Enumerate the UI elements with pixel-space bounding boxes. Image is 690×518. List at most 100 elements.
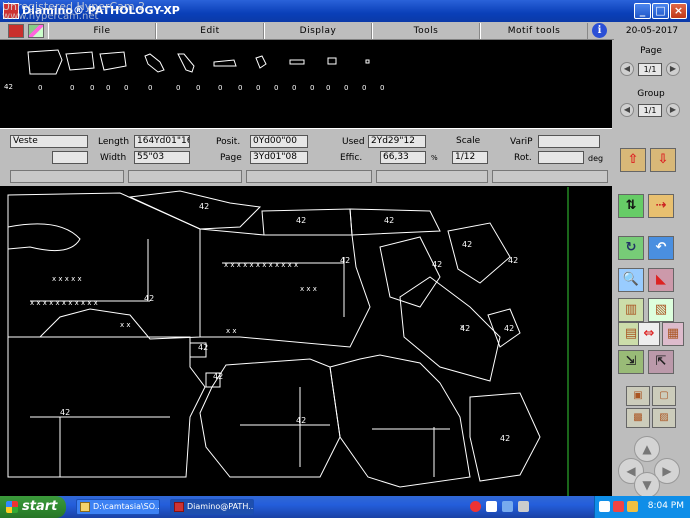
thumb-piece[interactable] [365, 59, 370, 64]
menu-display[interactable]: Display [264, 23, 372, 39]
title-bar[interactable]: Diamino® PATHOLOGY-XP Unregistered Hyper… [0, 0, 690, 22]
nav-down-button[interactable]: ▼ [634, 472, 660, 498]
qty-label: 0 [148, 84, 153, 92]
group-field[interactable]: 1/1 [638, 104, 662, 117]
zoom-icon[interactable]: 🔍 [618, 268, 644, 292]
pattern-piece[interactable] [7, 192, 201, 340]
thumb-piece[interactable] [177, 53, 195, 73]
page-length-label: Page [220, 153, 242, 163]
swap-tool[interactable]: ⇔ [638, 322, 660, 346]
size-label: 42 [384, 216, 394, 225]
help-icon[interactable]: i [592, 23, 607, 38]
pattern-piece[interactable] [7, 336, 206, 478]
rotate-tool[interactable]: ↻ [618, 236, 644, 260]
width-field[interactable]: 55"03 [134, 151, 190, 164]
rot-field[interactable] [538, 151, 584, 164]
varip-field[interactable] [538, 135, 600, 148]
overlap-tool[interactable]: ▧ [648, 298, 674, 322]
fold-tool[interactable]: ▦ [662, 322, 684, 346]
split-tool[interactable]: ▥ [618, 298, 644, 322]
thumb-piece[interactable] [65, 51, 95, 71]
exit-icon[interactable] [8, 24, 24, 38]
marker-canvas[interactable]: x x x x x x x x x x x x x x x x x x x x … [0, 187, 612, 496]
align-tool[interactable]: ⇅ [618, 194, 644, 218]
piece-strip[interactable]: 42 0 0 0 0 0 0 0 0 0 0 0 0 0 0 0 0 0 0 [0, 40, 612, 128]
posit-field[interactable]: 0Yd00"00 [250, 135, 308, 148]
page-next-arrow[interactable]: ▶ [666, 62, 680, 76]
tray-icon[interactable] [599, 501, 610, 512]
walk-tool[interactable]: ⇱ [648, 350, 674, 374]
tray-icon[interactable] [613, 501, 624, 512]
svg-text:x x x x x x x x x x x x: x x x x x x x x x x x x [224, 261, 298, 269]
strip-count: 42 [4, 83, 13, 91]
thumb-piece[interactable] [255, 55, 267, 69]
taskbar-item-active[interactable]: Diamino@PATH... [170, 499, 254, 515]
slide-tool[interactable]: ⇢ [648, 194, 674, 218]
group-next-arrow[interactable]: ▶ [666, 103, 680, 117]
page-length-field[interactable]: 3Yd01"08 [250, 151, 308, 164]
tray-icon[interactable] [502, 501, 513, 512]
tray-icon[interactable] [627, 501, 638, 512]
piece-mark-tool[interactable]: ▩ [626, 408, 650, 428]
model-sub-field[interactable] [52, 151, 88, 164]
pattern-piece[interactable] [399, 276, 501, 382]
menu-tools[interactable]: Tools [372, 23, 480, 39]
thumb-piece[interactable] [289, 59, 305, 65]
start-button[interactable]: start [0, 496, 66, 518]
size-label: 42 [508, 256, 518, 265]
used-field[interactable]: 2Yd29"12 [368, 135, 426, 148]
pattern-piece[interactable] [447, 222, 511, 284]
size-label: 42 [144, 294, 154, 303]
pattern-piece[interactable] [329, 354, 471, 488]
windows-logo-icon [6, 501, 18, 513]
qty-label: 0 [292, 84, 297, 92]
status-segment [376, 170, 488, 183]
svg-text:x x x x x: x x x x x [52, 275, 82, 283]
piece-remove-tool[interactable]: ▢ [652, 386, 676, 406]
piece-info-tool[interactable]: ◣ [648, 268, 674, 292]
page-field[interactable]: 1/1 [638, 63, 662, 76]
watermark-url: www.hypercam.net [2, 11, 99, 22]
record-icon[interactable] [470, 501, 481, 512]
maximize-button[interactable]: □ [652, 3, 669, 19]
marker-drawing[interactable]: x x x x x x x x x x x x x x x x x x x x … [0, 187, 612, 496]
piece-copy-tool[interactable]: ▨ [652, 408, 676, 428]
menu-file[interactable]: File [48, 23, 156, 39]
move-down-tool[interactable]: ⇩ [650, 148, 676, 172]
menu-edit[interactable]: Edit [156, 23, 264, 39]
move-up-tool[interactable]: ⇧ [620, 148, 646, 172]
spread-tool[interactable]: ⇲ [618, 350, 644, 374]
thumb-piece[interactable] [27, 49, 63, 75]
page-prev-arrow[interactable]: ◀ [620, 62, 634, 76]
pattern-piece[interactable] [128, 190, 262, 230]
flip-tool[interactable]: ↶ [648, 236, 674, 260]
piece-add-tool[interactable]: ▣ [626, 386, 650, 406]
taskbar-item[interactable]: D:\camtasia\SO... [76, 499, 160, 515]
model-field[interactable]: Veste [10, 135, 88, 148]
thumb-piece[interactable] [213, 59, 237, 67]
size-label: 42 [500, 434, 510, 443]
nav-up-button[interactable]: ▲ [634, 436, 660, 462]
thumb-piece[interactable] [144, 53, 165, 73]
piece-icon[interactable] [28, 24, 44, 38]
size-label: 42 [199, 202, 209, 211]
scale-field[interactable]: 1/12 [452, 151, 488, 164]
close-button[interactable]: × [670, 3, 687, 19]
effic-field[interactable]: 66,33 [380, 151, 426, 164]
thumb-piece[interactable] [99, 51, 127, 71]
system-tray: 8:04 PM [594, 496, 690, 518]
menu-motif-tools[interactable]: Motif tools [480, 23, 588, 39]
pattern-piece[interactable] [261, 208, 353, 236]
tray-icon[interactable] [486, 501, 497, 512]
pattern-piece[interactable] [349, 208, 441, 236]
minimize-button[interactable]: _ [634, 3, 651, 19]
size-label: 42 [460, 324, 470, 333]
group-prev-arrow[interactable]: ◀ [620, 103, 634, 117]
length-field[interactable]: 164Yd01"16 [134, 135, 190, 148]
rot-unit: deg [588, 154, 604, 163]
thumb-piece[interactable] [327, 57, 337, 65]
qty-label: 0 [196, 84, 201, 92]
pattern-piece[interactable] [379, 236, 441, 308]
size-label: 42 [296, 416, 306, 425]
tray-icon[interactable] [518, 501, 529, 512]
